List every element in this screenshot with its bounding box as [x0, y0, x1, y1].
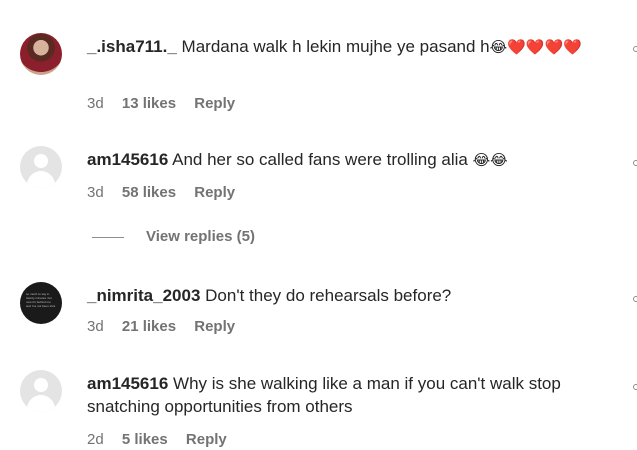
comment-likes[interactable]: 13 likes — [122, 95, 176, 112]
comment-username[interactable]: am145616 — [87, 374, 168, 393]
view-replies-button[interactable]: View replies (5) — [92, 228, 255, 245]
comment-meta: 2d 5 likes Reply — [87, 431, 241, 448]
view-replies-label: View replies (5) — [146, 228, 255, 245]
like-heart-icon[interactable] — [633, 296, 637, 302]
comment-likes[interactable]: 5 likes — [122, 431, 168, 448]
reply-button[interactable]: Reply — [186, 431, 227, 448]
comment-meta: 3d 13 likes Reply — [87, 95, 249, 112]
comment-text: _nimrita_2003 Don't they do rehearsals b… — [87, 284, 607, 307]
avatar-head-shape — [34, 378, 48, 392]
reply-button[interactable]: Reply — [194, 95, 235, 112]
comment-text: _.isha711._ Mardana walk h lekin mujhe y… — [87, 35, 607, 59]
comment-body: And her so called fans were trolling ali… — [172, 150, 468, 169]
comment-meta: 3d 58 likes Reply — [87, 184, 249, 201]
comment-username[interactable]: am145616 — [87, 150, 168, 169]
comment-meta: 3d 21 likes Reply — [87, 318, 249, 335]
avatar-head-shape — [34, 154, 48, 168]
comment-emojis: 😂❤️❤️❤️❤️ — [489, 39, 582, 56]
avatar[interactable] — [20, 33, 62, 75]
like-heart-icon[interactable] — [633, 46, 637, 52]
comment-time[interactable]: 2d — [87, 431, 104, 448]
avatar[interactable]: so much to say in twenty minutes. but no… — [20, 282, 62, 324]
comment-username[interactable]: _nimrita_2003 — [87, 286, 200, 305]
like-heart-icon[interactable] — [633, 160, 637, 166]
like-heart-icon[interactable] — [633, 384, 637, 390]
comment-text: am145616 And her so called fans were tro… — [87, 148, 607, 172]
comment-likes[interactable]: 21 likes — [122, 318, 176, 335]
comment-text: am145616 Why is she walking like a man i… — [87, 372, 602, 418]
avatar[interactable] — [20, 146, 62, 188]
comment-time[interactable]: 3d — [87, 318, 104, 335]
reply-button[interactable]: Reply — [194, 184, 235, 201]
replies-divider-line — [92, 236, 124, 238]
comment-emojis: 😂😂 — [472, 152, 508, 169]
avatar[interactable] — [20, 370, 62, 412]
comment-time[interactable]: 3d — [87, 95, 104, 112]
comment-body: Mardana walk h lekin mujhe ye pasand h — [181, 37, 490, 56]
truncated-meta-row: • • • — [100, 0, 131, 4]
comment-likes[interactable]: 58 likes — [122, 184, 176, 201]
reply-button[interactable]: Reply — [194, 318, 235, 335]
avatar-shoulders-shape — [27, 395, 55, 412]
comment-body: Don't they do rehearsals before? — [205, 286, 452, 305]
comment-time[interactable]: 3d — [87, 184, 104, 201]
avatar-image-text: so much to say in twenty minutes. but no… — [26, 292, 56, 308]
avatar-shoulders-shape — [27, 171, 55, 188]
comment-username[interactable]: _.isha711._ — [87, 37, 177, 56]
